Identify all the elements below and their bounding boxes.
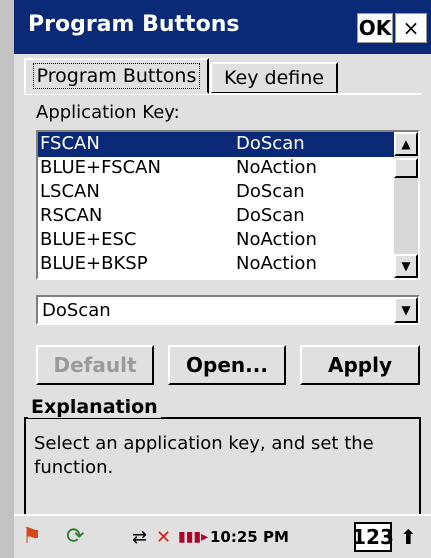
key-name: FSCAN <box>40 133 100 154</box>
key-name: BLUE+BKSP <box>40 253 148 274</box>
window-title: Program Buttons <box>28 12 240 37</box>
tab-label: Program Buttons <box>32 63 201 89</box>
scroll-down-icon[interactable]: ▼ <box>394 254 418 278</box>
list-scrollbar[interactable]: ▲ ▼ <box>394 132 418 278</box>
key-action: DoScan <box>236 133 305 154</box>
list-item[interactable]: BLUE+BKSP NoAction <box>38 252 394 277</box>
tab-label: Key define <box>224 67 324 89</box>
default-button[interactable]: Default <box>36 345 154 385</box>
function-select[interactable]: DoScan ▼ <box>36 295 420 325</box>
list-item[interactable]: BLUE+FSCAN NoAction <box>38 156 394 181</box>
key-name: LSCAN <box>40 181 100 202</box>
arrow-up-icon[interactable]: ⬆ <box>400 525 417 549</box>
battery-icon[interactable]: ▮▮▮▸ <box>178 529 208 545</box>
chevron-down-icon[interactable]: ▼ <box>394 297 418 323</box>
list-item[interactable]: RSCAN DoScan <box>38 204 394 229</box>
start-menu-icon[interactable]: ⚑ <box>22 524 42 549</box>
title-bar: Program Buttons OK × <box>14 0 431 54</box>
app-switch-icon[interactable]: ⟳ <box>66 524 84 549</box>
key-action: NoAction <box>236 253 317 274</box>
wireless-off-icon[interactable]: ✕ <box>156 527 171 548</box>
dialog-content: Program Buttons Key define Application K… <box>14 54 431 543</box>
app-window: Program Buttons OK × Program Buttons Key… <box>14 0 431 558</box>
tab-program-buttons[interactable]: Program Buttons <box>24 58 209 94</box>
clock[interactable]: 10:25 PM <box>210 528 289 546</box>
list-item[interactable]: FSCAN DoScan <box>38 132 394 157</box>
open-button[interactable]: Open... <box>168 345 286 385</box>
scroll-up-icon[interactable]: ▲ <box>394 132 418 156</box>
explanation-text: Select an application key, and set the f… <box>34 433 374 478</box>
list-item[interactable]: BLUE+ESC NoAction <box>38 228 394 253</box>
close-button[interactable]: × <box>395 13 427 43</box>
explanation-title: Explanation <box>28 396 161 418</box>
ok-button[interactable]: OK <box>357 13 393 43</box>
connectivity-icon[interactable]: ⇄ <box>132 527 147 548</box>
application-key-list[interactable]: FSCAN DoScan BLUE+FSCAN NoAction LSCAN D… <box>36 130 420 280</box>
scroll-thumb[interactable] <box>394 158 418 178</box>
apply-button[interactable]: Apply <box>300 345 420 385</box>
key-action: NoAction <box>236 229 317 250</box>
key-name: RSCAN <box>40 205 103 226</box>
key-name: BLUE+FSCAN <box>40 157 161 178</box>
key-action: DoScan <box>236 205 305 226</box>
key-action: DoScan <box>236 181 305 202</box>
list-item[interactable]: LSCAN DoScan <box>38 180 394 205</box>
application-key-label: Application Key: <box>36 102 180 123</box>
key-action: NoAction <box>236 157 317 178</box>
function-select-value: DoScan <box>42 300 111 321</box>
key-name: BLUE+ESC <box>40 229 137 250</box>
taskbar: ⚑ ⟳ ⇄ ✕ ▮▮▮▸ 10:25 PM 123 ⬆ <box>14 514 431 558</box>
input-panel-button[interactable]: 123 <box>352 522 394 552</box>
tab-key-define[interactable]: Key define <box>210 62 338 94</box>
